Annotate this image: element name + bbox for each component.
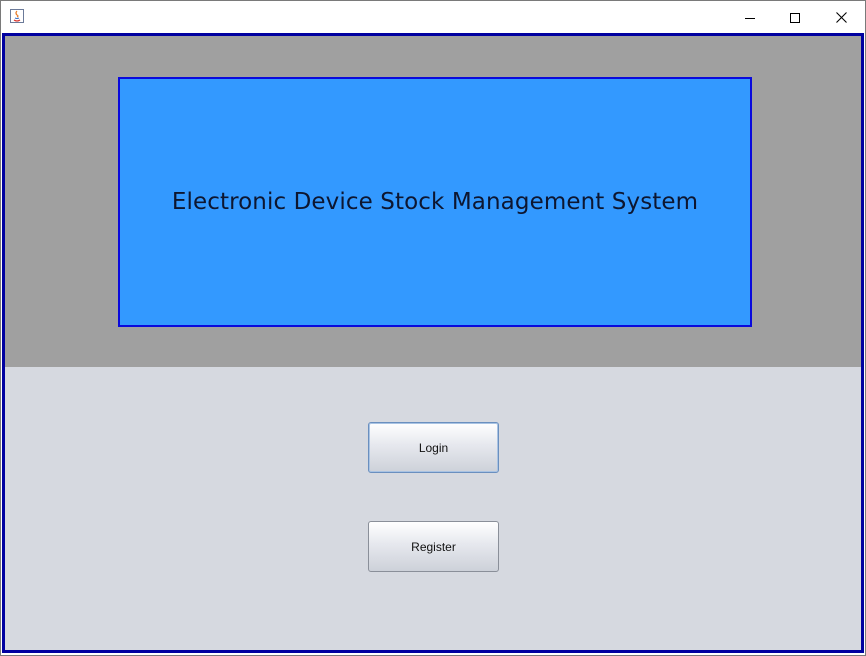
register-button[interactable]: Register [368, 521, 499, 572]
banner-title: Electronic Device Stock Management Syste… [171, 189, 699, 215]
java-app-icon[interactable] [9, 8, 25, 24]
application-window: Electronic Device Stock Management Syste… [0, 0, 866, 656]
close-button[interactable] [818, 1, 864, 33]
maximize-button[interactable] [772, 1, 818, 33]
maximize-icon [790, 8, 800, 27]
login-button[interactable]: Login [368, 422, 499, 473]
close-icon [835, 8, 847, 27]
title-bar[interactable] [1, 1, 865, 33]
title-banner: Electronic Device Stock Management Syste… [118, 77, 752, 327]
minimize-button[interactable] [727, 1, 773, 33]
header-panel: Electronic Device Stock Management Syste… [5, 36, 861, 367]
minimize-icon [745, 8, 755, 27]
content-frame: Electronic Device Stock Management Syste… [2, 33, 864, 653]
